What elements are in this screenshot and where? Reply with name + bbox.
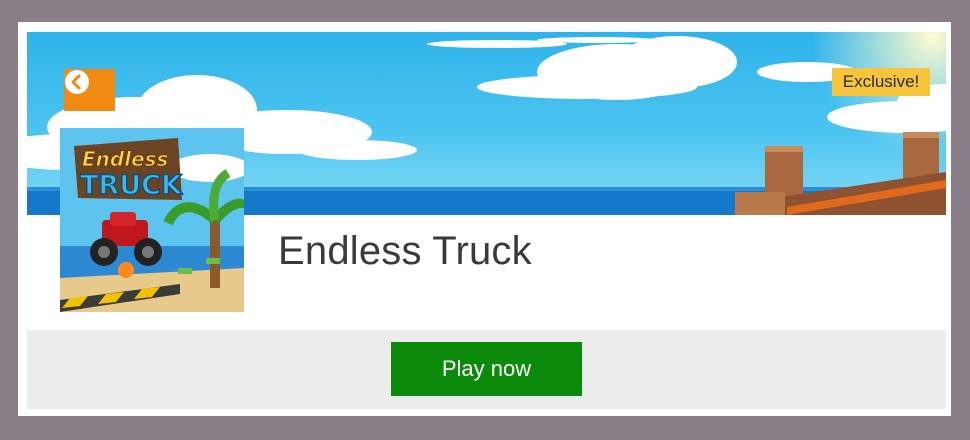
game-title: Endless Truck <box>278 229 532 273</box>
thumbnail-artwork: Endless TRUCK <box>60 128 244 312</box>
footer-bar: Play now <box>27 330 946 409</box>
thumbnail-logo-line2: TRUCK <box>80 170 183 201</box>
chevron-left-icon <box>65 70 89 94</box>
game-thumbnail[interactable]: Endless TRUCK <box>60 128 244 312</box>
exclusive-badge: Exclusive! <box>832 68 930 96</box>
back-button[interactable] <box>64 69 115 111</box>
play-now-button[interactable]: Play now <box>391 342 582 396</box>
game-card: Exclusive! Endless TRUCK Endless Truck P… <box>18 22 951 416</box>
thumbnail-logo-line1: Endless <box>82 147 169 171</box>
